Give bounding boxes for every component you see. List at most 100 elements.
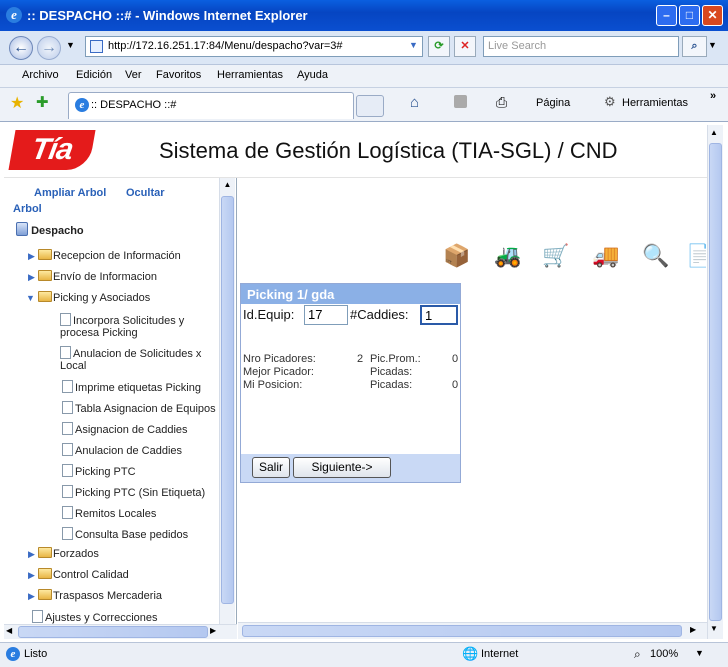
search-magnifier-icon[interactable]: 🔍 xyxy=(640,243,672,275)
menu-herramientas[interactable]: Herramientas xyxy=(217,69,283,81)
document-tool-icon[interactable]: 📄 xyxy=(686,243,706,275)
mejor-picador-label: Mejor Picador: xyxy=(243,366,314,378)
sidebar-scroll-thumb[interactable] xyxy=(221,196,234,604)
nro-picadores-value: 2 xyxy=(357,353,364,365)
folder-open-icon xyxy=(37,291,52,302)
tools-menu[interactable]: Herramientas xyxy=(622,97,688,109)
tree-root[interactable]: Despacho xyxy=(31,225,84,237)
next-button[interactable]: Siguiente-> xyxy=(293,457,391,478)
forward-button[interactable]: → xyxy=(37,36,61,60)
menu-favoritos[interactable]: Favoritos xyxy=(156,69,201,81)
folder-picking[interactable]: ▼ Picking y Asociados xyxy=(26,291,150,304)
tab-despacho[interactable]: e :: DESPACHO ::# xyxy=(68,92,354,119)
expand-arrow-icon: ▶ xyxy=(28,591,35,601)
caddies-input[interactable]: 1 xyxy=(420,305,458,325)
maximize-button[interactable]: □ xyxy=(679,5,700,26)
folder-recepcion[interactable]: ▶ Recepcion de Información xyxy=(28,249,181,262)
forklift-icon[interactable]: 🚜 xyxy=(492,243,524,275)
document-icon xyxy=(62,401,73,414)
folder-traspasos[interactable]: ▶ Traspasos Mercaderia xyxy=(28,589,162,602)
folder-envio[interactable]: ▶ Envío de Informacion xyxy=(28,270,157,283)
scroll-left-icon[interactable]: ◀ xyxy=(6,626,12,635)
folder-control-calidad[interactable]: ▶ Control Calidad xyxy=(28,568,129,581)
item-incorpora[interactable]: Incorpora Solicitudes y procesa Picking xyxy=(60,313,210,339)
feeds-icon[interactable] xyxy=(454,95,467,108)
more-icon[interactable]: » xyxy=(710,90,716,102)
page-scroll-down-icon[interactable]: ▼ xyxy=(710,624,718,633)
equip-input[interactable]: 17 xyxy=(304,305,348,325)
scroll-up-icon[interactable]: ▲ xyxy=(221,180,234,194)
item-ajustes[interactable]: Ajustes y Correcciones xyxy=(32,610,158,624)
title-bar: e :: DESPACHO ::# - Windows Internet Exp… xyxy=(0,0,728,31)
item-anulacion-caddies[interactable]: Anulacion de Caddies xyxy=(62,443,182,457)
item-asignacion-caddies[interactable]: Asignacion de Caddies xyxy=(62,422,188,436)
page-scrollbar[interactable]: ▲ ▼ xyxy=(707,125,723,639)
item-anulacion-solicitudes[interactable]: Anulacion de Solicitudes x Local xyxy=(60,346,210,372)
document-icon xyxy=(62,443,73,456)
add-favorites-icon[interactable]: ✚ xyxy=(36,93,49,111)
caddies-label: #Caddies: xyxy=(350,307,409,322)
document-icon xyxy=(62,380,73,393)
search-icon[interactable]: ⌕ xyxy=(682,36,707,57)
menu-archivo[interactable]: Archivo xyxy=(22,69,59,81)
item-remitos-locales[interactable]: Remitos Locales xyxy=(62,506,156,520)
sidebar-hscrollbar[interactable]: ◀ ▶ xyxy=(4,624,237,639)
pallet-icon[interactable]: 📦 xyxy=(441,243,473,275)
page-scroll-right-icon[interactable]: ▶ xyxy=(690,625,696,634)
page-icon xyxy=(90,40,103,53)
zoom-level[interactable]: 100% xyxy=(650,648,678,660)
tools-gear-icon[interactable]: ⚙ xyxy=(604,94,616,110)
page-hscrollbar[interactable]: ▶ xyxy=(238,622,707,639)
refresh-icon[interactable]: ⟳ xyxy=(428,36,450,57)
home-icon[interactable]: ⌂ xyxy=(410,94,419,111)
zoom-icon[interactable]: ⌕ xyxy=(634,647,641,662)
search-options-icon[interactable]: ▼ xyxy=(708,40,717,50)
equip-label: Id.Equip: xyxy=(243,307,295,322)
stop-icon[interactable]: ✕ xyxy=(454,36,476,57)
document-icon xyxy=(62,422,73,435)
folder-forzados[interactable]: ▶ Forzados xyxy=(28,547,99,560)
pic-prom-label: Pic.Prom.: xyxy=(370,353,421,365)
item-tabla-asignacion[interactable]: Tabla Asignacion de Equipos xyxy=(62,401,216,415)
folder-icon xyxy=(37,249,52,260)
expand-tree-link[interactable]: Ampliar Arbol xyxy=(34,187,106,199)
item-imprime[interactable]: Imprime etiquetas Picking xyxy=(62,380,201,394)
page-scroll-up-icon[interactable]: ▲ xyxy=(710,128,718,137)
minimize-button[interactable]: – xyxy=(656,5,677,26)
exit-button[interactable]: Salir xyxy=(252,457,290,478)
close-button[interactable]: ✕ xyxy=(702,5,723,26)
back-button[interactable]: ← xyxy=(9,36,33,60)
page-scroll-thumb[interactable] xyxy=(709,143,722,621)
menu-ver[interactable]: Ver xyxy=(125,69,142,81)
item-consulta-base[interactable]: Consulta Base pedidos xyxy=(62,527,188,541)
computer-icon xyxy=(16,222,28,236)
cart-icon[interactable]: 🛒 xyxy=(540,243,572,275)
folder-icon xyxy=(37,270,52,281)
new-tab-button[interactable] xyxy=(356,95,384,117)
item-picking-ptc[interactable]: Picking PTC xyxy=(62,464,136,478)
collapse-arrow-icon: ▼ xyxy=(26,293,35,303)
item-picking-ptc-sin-etiqueta[interactable]: Picking PTC (Sin Etiqueta) xyxy=(62,485,205,499)
status-bar: e Listo 🌐 Internet ⌕ 100% ▼ xyxy=(0,642,728,667)
panel-footer: Salir Siguiente-> xyxy=(241,454,460,482)
print-icon[interactable]: ⎙ xyxy=(496,94,507,111)
scroll-right-icon[interactable]: ▶ xyxy=(210,626,216,635)
hide-tree-link[interactable]: Ocultar xyxy=(126,187,165,199)
sidebar-scrollbar[interactable]: ▲ xyxy=(219,178,235,624)
document-icon xyxy=(60,313,71,326)
address-input[interactable]: http://172.16.251.17:84/Menu/despacho?va… xyxy=(85,36,423,57)
page-hscroll-thumb[interactable] xyxy=(242,625,682,637)
favorites-star-icon[interactable]: ★ xyxy=(10,93,24,113)
pic-prom-value: 0 xyxy=(452,353,459,365)
history-dropdown-icon[interactable]: ▼ xyxy=(66,40,75,50)
page-menu[interactable]: Página xyxy=(536,97,570,109)
expand-arrow-icon: ▶ xyxy=(28,272,35,282)
zoom-dropdown-icon[interactable]: ▼ xyxy=(695,648,704,658)
truck-icon[interactable]: 🚚 xyxy=(590,243,622,275)
sidebar-hscroll-thumb[interactable] xyxy=(18,626,208,638)
search-input[interactable]: Live Search xyxy=(483,36,679,57)
menu-ayuda[interactable]: Ayuda xyxy=(297,69,328,81)
menu-edicion[interactable]: Edición xyxy=(76,69,112,81)
picking-panel: Picking 1/ gda Id.Equip: 17 #Caddies: 1 … xyxy=(240,283,461,483)
address-dropdown-icon[interactable]: ▼ xyxy=(409,40,418,50)
